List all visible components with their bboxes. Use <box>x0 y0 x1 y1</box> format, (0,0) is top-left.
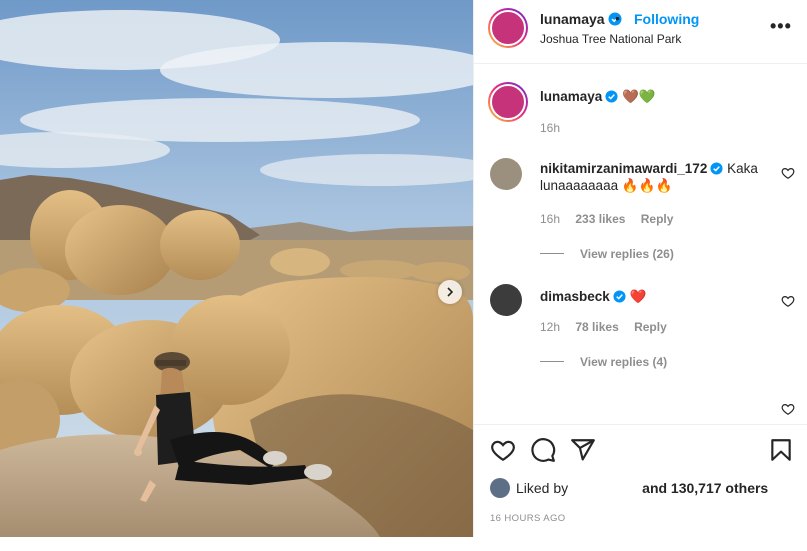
liked-by-prefix: Liked by <box>516 480 569 496</box>
likes-summary: Liked by and 130,717 others <box>490 477 768 499</box>
bookmark-icon[interactable] <box>768 437 794 463</box>
caption-body: 🤎💚 <box>622 89 656 104</box>
chevron-right-icon <box>447 287 454 297</box>
comments-list: lunamaya 🤎💚 16h nikitamirzanimawardi_172… <box>474 64 807 424</box>
post-side-panel: lunamaya • Following Joshua Tree Nationa… <box>473 0 807 537</box>
post-timestamp[interactable]: 16 HOURS AGO <box>490 513 566 524</box>
comment-likes[interactable]: 233 likes <box>575 212 625 226</box>
author-avatar[interactable] <box>488 8 528 48</box>
post-header: lunamaya • Following Joshua Tree Nationa… <box>474 0 807 64</box>
reply-button[interactable]: Reply <box>641 212 674 226</box>
comment-username[interactable]: dimasbeck <box>540 289 610 304</box>
author-username[interactable]: lunamaya <box>540 11 622 27</box>
caption-time: 16h <box>540 121 561 135</box>
liker-avatar[interactable] <box>490 478 510 498</box>
heart-icon[interactable] <box>781 402 795 416</box>
caption-text: lunamaya 🤎💚 <box>540 88 770 105</box>
following-button[interactable]: Following <box>634 11 699 27</box>
heart-icon[interactable] <box>781 166 795 180</box>
bottom-edge <box>0 537 807 551</box>
verified-badge-icon <box>710 162 723 175</box>
view-replies-button[interactable]: View replies (26) <box>540 247 674 261</box>
commenter-avatar[interactable] <box>490 158 522 190</box>
comment-text: dimasbeck ❤️ <box>540 288 770 305</box>
commenter-avatar[interactable] <box>490 284 522 316</box>
instagram-post-modal: lunamaya • Following Joshua Tree Nationa… <box>0 0 807 551</box>
comment-text: nikitamirzanimawardi_172 Kaka lunaaaaaaa… <box>540 160 770 194</box>
post-actions: Liked by and 130,717 others 16 HOURS AGO <box>474 424 807 537</box>
follow-separator: • <box>615 10 620 26</box>
caption-meta: 16h <box>540 121 572 135</box>
comment-likes[interactable]: 78 likes <box>575 320 618 334</box>
liked-by-others[interactable]: and 130,717 others <box>642 480 768 496</box>
comment-username[interactable]: nikitamirzanimawardi_172 <box>540 161 707 176</box>
more-options-icon[interactable]: ••• <box>770 16 792 37</box>
view-replies-button[interactable]: View replies (4) <box>540 355 667 369</box>
comment-body: ❤️ <box>629 289 647 304</box>
post-photo[interactable] <box>0 0 473 537</box>
next-photo-button[interactable] <box>438 280 462 304</box>
comment-icon[interactable] <box>530 437 556 463</box>
verified-badge-icon <box>613 290 626 303</box>
heart-icon[interactable] <box>490 437 516 463</box>
comment-time: 12h <box>540 320 561 334</box>
comment-meta: 12h 78 likes Reply <box>540 320 679 334</box>
verified-badge-icon <box>605 90 618 103</box>
location-link[interactable]: Joshua Tree National Park <box>540 32 681 46</box>
photo-scene <box>0 0 473 537</box>
share-icon[interactable] <box>570 437 596 463</box>
comment-meta: 16h 233 likes Reply <box>540 212 685 226</box>
caption-author-avatar[interactable] <box>488 82 528 122</box>
reply-button[interactable]: Reply <box>634 320 667 334</box>
heart-icon[interactable] <box>781 294 795 308</box>
caption-username[interactable]: lunamaya <box>540 89 602 104</box>
comment-time: 16h <box>540 212 561 226</box>
